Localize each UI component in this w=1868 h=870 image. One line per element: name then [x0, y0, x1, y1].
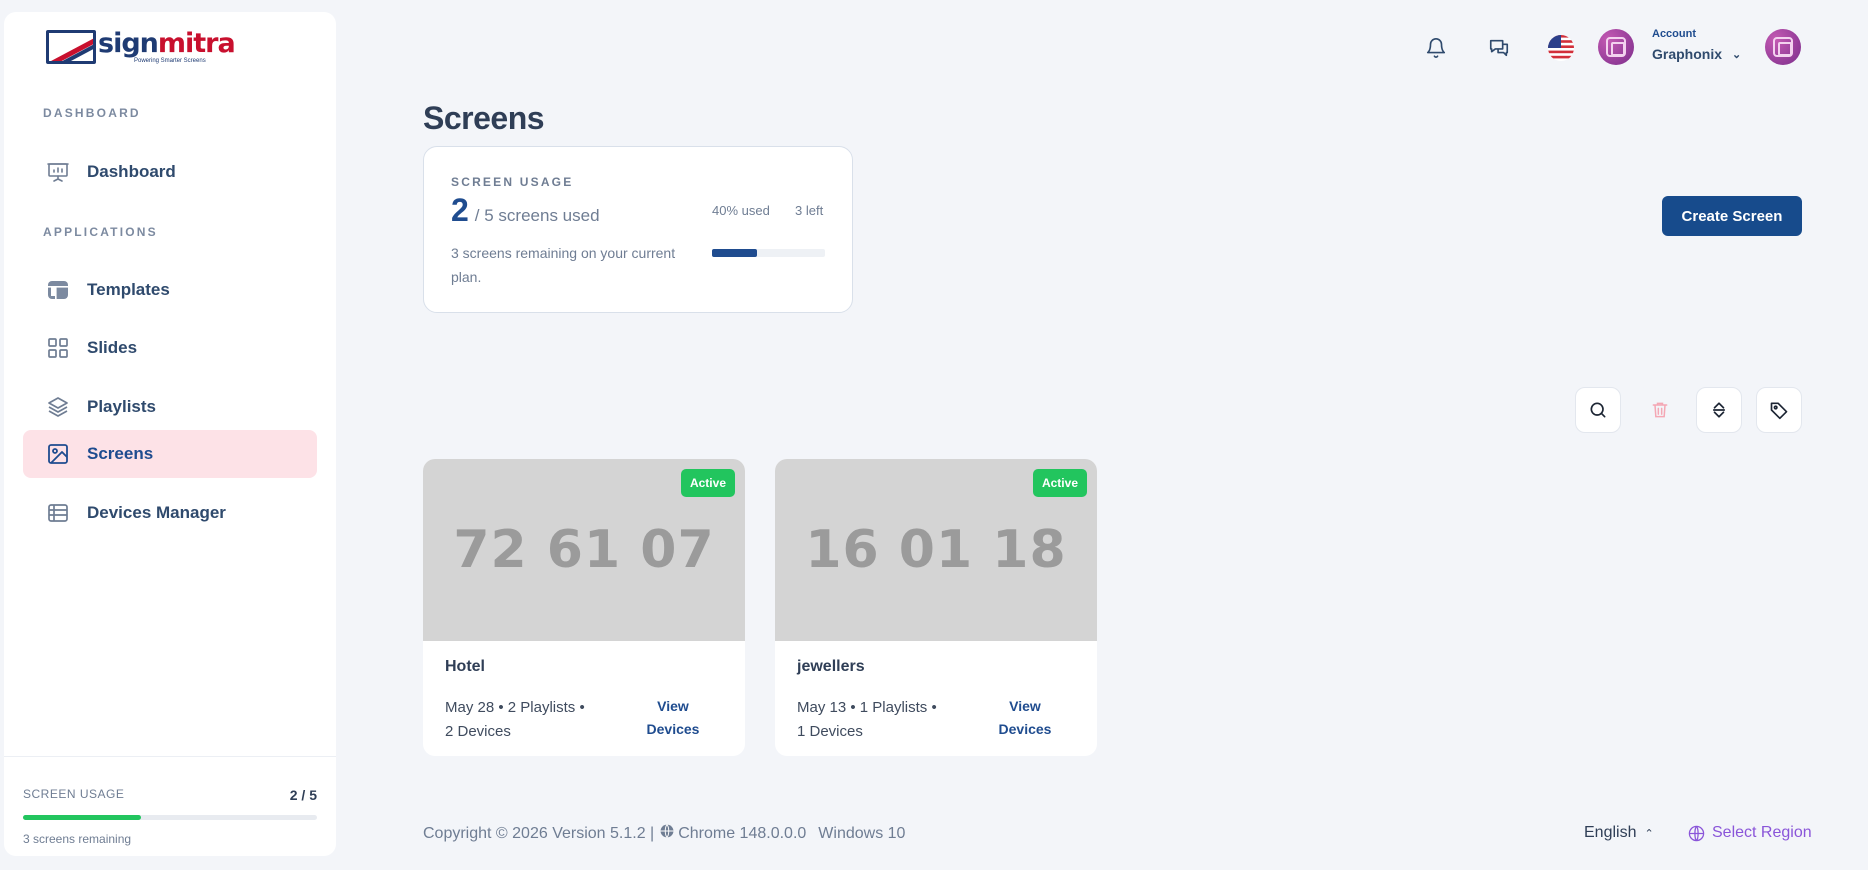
language-flag-button[interactable] — [1541, 28, 1581, 68]
usage-progress-fill — [712, 249, 758, 257]
sidebar-item-label: Templates — [87, 280, 170, 299]
screen-usage-card: SCREEN USAGE 2 / 5 screens used 3 screen… — [423, 146, 853, 313]
language-label: English — [1584, 824, 1637, 841]
browser-version: Chrome 148.0.0.0 — [678, 824, 807, 842]
sidebar-item-screens[interactable]: Screens — [23, 430, 317, 478]
usage-description: 3 screens remaining on your current plan… — [451, 245, 676, 285]
presentation-board-icon — [45, 159, 71, 185]
sidebar-item-label: Dashboard — [87, 162, 176, 181]
screen-meta: May 28 • 2 Playlists • 2 Devices — [445, 699, 585, 740]
account-switcher[interactable]: Account Graphonix ⌄ — [1652, 28, 1741, 62]
avatar[interactable] — [1598, 29, 1634, 65]
pairing-code: 16 01 18 — [805, 520, 1067, 580]
sidebar-item-label: Screens — [87, 444, 154, 463]
usage-percent: 40% used — [712, 203, 770, 218]
language-selector[interactable]: English ⌃ — [1584, 824, 1654, 842]
tag-icon — [1770, 402, 1788, 420]
globe-icon — [660, 824, 674, 843]
page-title: Screens — [423, 100, 545, 136]
os-version: Windows 10 — [818, 824, 906, 842]
layers-icon — [45, 394, 71, 420]
usage-progress-bar — [712, 249, 825, 257]
sidebar-item-playlists[interactable]: Playlists — [23, 383, 317, 431]
screen-card[interactable]: 16 01 18 Active jewellers May 13 • 1 Pla… — [775, 459, 1097, 756]
logo-wordmark: signmitra — [98, 28, 236, 59]
sidebar: signmitra Powering Smarter Screens DASHB… — [4, 12, 336, 856]
chat-icon — [1489, 39, 1509, 57]
globe-icon — [1688, 825, 1705, 841]
screen-thumbnail: 16 01 18 Active — [775, 459, 1097, 641]
sidebar-usage-label: SCREEN USAGE — [23, 787, 125, 801]
notifications-button[interactable] — [1416, 28, 1456, 68]
sidebar-usage-remaining: 3 screens remaining — [23, 832, 132, 846]
search-icon — [1590, 402, 1606, 418]
sidebar-item-dashboard[interactable]: Dashboard — [23, 148, 317, 196]
usage-left: 3 left — [795, 203, 824, 218]
bell-icon — [1426, 38, 1446, 58]
status-badge: Active — [680, 469, 735, 497]
sort-icon — [1712, 402, 1726, 418]
account-label: Account — [1652, 28, 1696, 40]
image-icon — [45, 441, 71, 467]
sort-button[interactable] — [1696, 387, 1742, 433]
logo-mark — [46, 30, 96, 64]
chevron-up-icon: ⌃ — [1644, 827, 1654, 840]
trash-icon — [1652, 402, 1668, 418]
usage-total-text: / 5 screens used — [474, 206, 600, 225]
sidebar-item-templates[interactable]: Templates — [23, 266, 317, 314]
usage-card-label: SCREEN USAGE — [451, 175, 574, 189]
sidebar-item-slides[interactable]: Slides — [23, 324, 317, 372]
copyright-text: Copyright © 2026 Version 5.1.2 | — [423, 824, 655, 842]
account-name: Graphonix — [1652, 46, 1723, 62]
select-region-link[interactable]: Select Region — [1688, 824, 1812, 842]
usage-used-count: 2 — [451, 192, 469, 228]
sidebar-usage-bar-fill — [23, 815, 141, 820]
messages-button[interactable] — [1479, 28, 1519, 68]
sidebar-item-label: Slides — [87, 338, 138, 357]
search-button[interactable] — [1575, 387, 1621, 433]
section-label-applications: APPLICATIONS — [43, 225, 158, 239]
table-list-icon — [45, 500, 71, 526]
view-devices-link[interactable]: View Devices — [995, 695, 1055, 741]
tag-button[interactable] — [1756, 387, 1802, 433]
sidebar-item-label: Devices Manager — [87, 503, 226, 522]
user-avatar[interactable] — [1765, 29, 1801, 65]
sidebar-item-devices-manager[interactable]: Devices Manager — [23, 489, 317, 537]
screen-thumbnail: 72 61 07 Active — [423, 459, 745, 641]
sidebar-usage-bar — [23, 815, 317, 820]
brand-logo[interactable]: signmitra Powering Smarter Screens — [46, 28, 236, 64]
chevron-down-icon: ⌄ — [1732, 48, 1742, 61]
screen-name: jewellers — [797, 658, 865, 675]
delete-button[interactable] — [1637, 387, 1683, 433]
footer-copyright: Copyright © 2026 Version 5.1.2 | Chrome … — [423, 824, 905, 843]
region-label: Select Region — [1712, 824, 1812, 841]
pairing-code: 72 61 07 — [453, 520, 715, 580]
status-badge: Active — [1032, 469, 1087, 497]
screen-meta: May 13 • 1 Playlists • 1 Devices — [797, 699, 937, 740]
screen-name: Hotel — [445, 658, 485, 675]
sidebar-usage-panel: SCREEN USAGE 2 / 5 3 screens remaining — [4, 756, 336, 856]
layout-template-icon — [45, 277, 71, 303]
sidebar-item-label: Playlists — [87, 397, 156, 416]
section-label-dashboard: DASHBOARD — [43, 106, 141, 120]
screen-card[interactable]: 72 61 07 Active Hotel May 28 • 2 Playlis… — [423, 459, 745, 756]
grid-icon — [45, 335, 71, 361]
us-flag-icon — [1548, 35, 1574, 61]
create-screen-button[interactable]: Create Screen — [1662, 196, 1802, 236]
sidebar-usage-count: 2 / 5 — [289, 787, 317, 803]
view-devices-link[interactable]: View Devices — [643, 695, 703, 741]
